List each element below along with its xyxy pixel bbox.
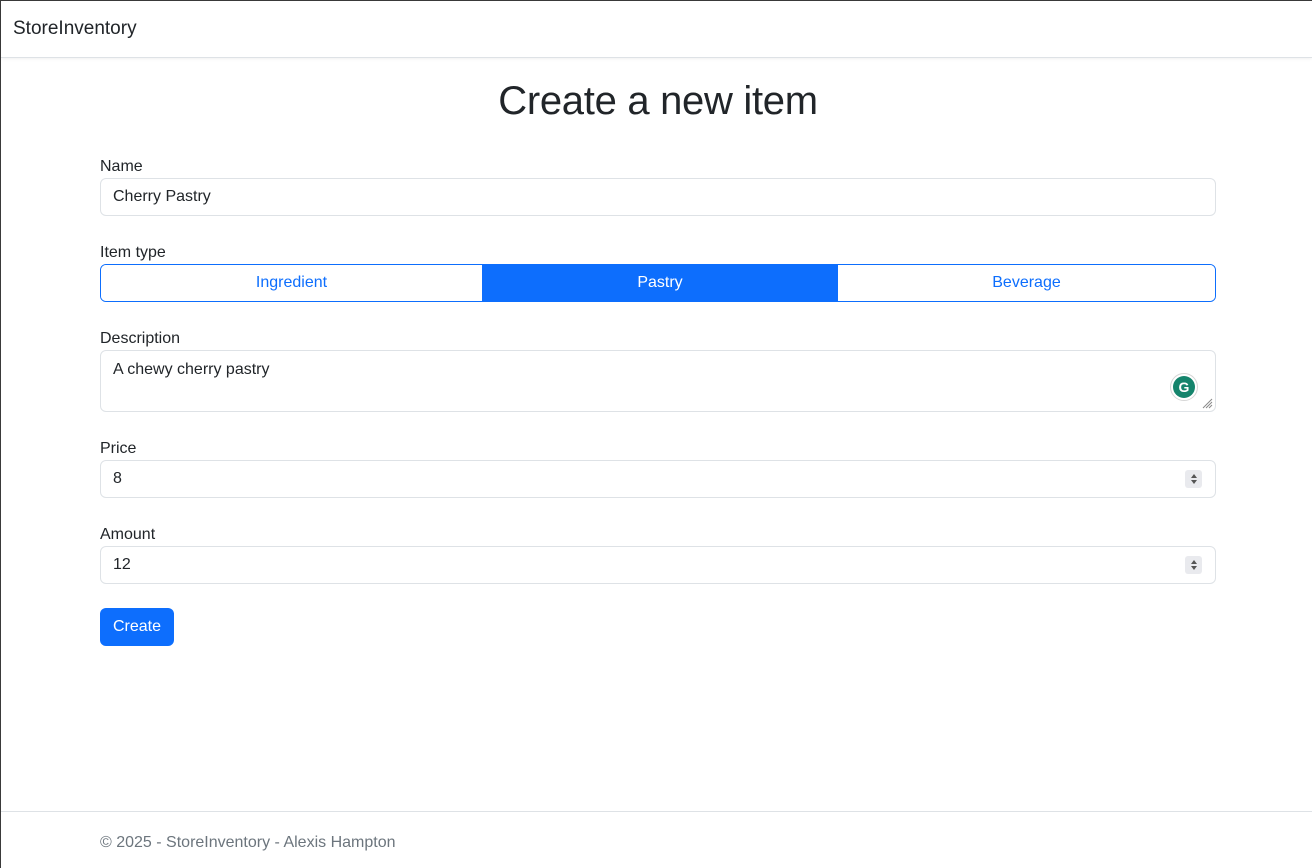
name-group: Name Cherry Pastry <box>100 157 1216 216</box>
main-content: Create a new item Name Cherry Pastry Ite… <box>100 58 1216 646</box>
item-type-toggle: Ingredient Pastry Beverage <box>100 264 1216 302</box>
amount-stepper[interactable] <box>1185 556 1202 574</box>
description-textarea[interactable]: A chewy cherry pastry G <box>100 350 1216 412</box>
footer-text: © 2025 - StoreInventory - Alexis Hampton <box>100 834 396 851</box>
grammarly-icon[interactable]: G <box>1170 373 1198 401</box>
price-stepper[interactable] <box>1185 470 1202 488</box>
chevron-up-icon[interactable] <box>1190 560 1197 564</box>
amount-label: Amount <box>100 526 156 543</box>
resize-handle-icon[interactable] <box>1202 398 1213 409</box>
amount-input[interactable]: 12 <box>100 546 1216 584</box>
item-type-option-beverage[interactable]: Beverage <box>838 265 1215 301</box>
footer: © 2025 - StoreInventory - Alexis Hampton <box>1 811 1312 868</box>
description-group: Description A chewy cherry pastry G <box>100 329 1216 412</box>
page-title: Create a new item <box>498 79 818 123</box>
description-value: A chewy cherry pastry <box>113 361 270 378</box>
chevron-down-icon[interactable] <box>1190 480 1197 484</box>
name-label: Name <box>100 158 143 175</box>
item-type-group: Item type Ingredient Pastry Beverage <box>100 243 1216 302</box>
amount-group: Amount 12 <box>100 525 1216 584</box>
name-input[interactable]: Cherry Pastry <box>100 178 1216 216</box>
price-value: 8 <box>113 470 122 487</box>
amount-value: 12 <box>113 556 131 573</box>
chevron-down-icon[interactable] <box>1190 566 1197 570</box>
price-group: Price 8 <box>100 439 1216 498</box>
item-type-option-pastry[interactable]: Pastry <box>483 265 838 301</box>
app-window: StoreInventory Create a new item Name Ch… <box>0 0 1312 868</box>
navbar: StoreInventory <box>1 1 1312 58</box>
brand-link[interactable]: StoreInventory <box>13 18 137 40</box>
item-type-option-ingredient[interactable]: Ingredient <box>101 265 483 301</box>
item-type-label: Item type <box>100 244 166 261</box>
chevron-up-icon[interactable] <box>1190 474 1197 478</box>
price-input[interactable]: 8 <box>100 460 1216 498</box>
description-label: Description <box>100 330 181 347</box>
grammarly-letter: G <box>1173 376 1195 398</box>
price-label: Price <box>100 440 137 457</box>
create-button[interactable]: Create <box>100 608 174 646</box>
